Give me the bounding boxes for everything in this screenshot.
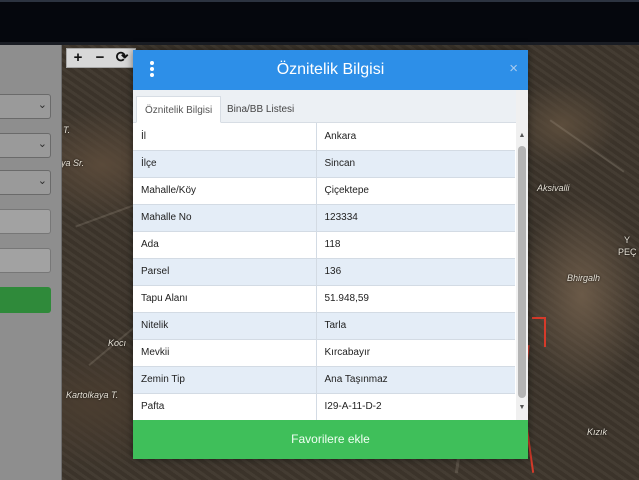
map-road [549,119,625,173]
attribute-value: I29-A-11-D-2 [316,393,515,420]
attribute-name: Pafta [133,393,317,420]
attribute-value: Çiçektepe [316,177,515,205]
scroll-down-icon[interactable]: ▼ [516,402,528,414]
attribute-name: Parsel [133,258,317,286]
table-row: Nitelik Tarla [133,312,515,340]
attribute-value: 51.948,59 [316,285,515,313]
map-label: Bhirgalh [567,273,601,283]
table-row: İlçe Sincan [133,150,515,178]
scroll-up-icon[interactable]: ▲ [516,130,528,142]
map-toolbar: + − ⟳ [66,48,136,68]
map-label: Y [624,235,631,245]
table-row: Ada 118 [133,231,515,259]
refresh-button[interactable]: ⟳ [111,49,133,67]
tab-building-list[interactable]: Bina/BB Listesi [219,96,302,123]
table-row: Parsel 136 [133,258,515,286]
attribute-name: İlçe [133,150,317,178]
district-select[interactable]: ⌄ [0,133,51,158]
left-panel: ⌄ ⌄ ⌄ [0,45,62,480]
dialog-title: Öznitelik Bilgisi [276,61,385,78]
chevron-down-icon: ⌄ [37,99,47,111]
table-row: Mahalle No 123334 [133,204,515,232]
attribute-value: 123334 [316,204,515,232]
attribute-value: 118 [316,231,515,259]
map-label: T. [63,125,71,135]
attribute-value: Ankara [316,123,515,151]
attribute-name: Zemin Tip [133,366,317,394]
block-input[interactable] [0,209,51,234]
table-row: Zemin Tip Ana Taşınmaz [133,366,515,394]
table-row: Pafta I29-A-11-D-2 [133,393,515,420]
table-row: Mevkii Kırcabayır [133,339,515,367]
map-label: Kartolkaya T. [66,390,119,400]
attribute-info-dialog: Öznitelik Bilgisi × Öznitelik Bilgisi Bi… [133,50,528,459]
attribute-name: Mahalle/Köy [133,177,317,205]
attribute-value: 136 [316,258,515,286]
table-row: Tapu Alanı 51.948,59 [133,285,515,313]
province-select[interactable]: ⌄ [0,94,51,119]
map-label: PEÇ [618,247,637,257]
kebab-menu-icon[interactable] [147,61,157,79]
scroll-thumb[interactable] [518,146,526,398]
map-label: Aksivalli [537,183,570,193]
add-to-favorites-button[interactable]: Favorilere ekle [133,420,528,459]
neighborhood-select[interactable]: ⌄ [0,170,51,195]
attribute-name: Ada [133,231,317,259]
attribute-name: Mevkii [133,339,317,367]
zoom-out-button[interactable]: − [89,49,111,67]
query-button[interactable] [0,287,51,313]
dialog-header: Öznitelik Bilgisi × [133,50,528,90]
attribute-table-container: İl Ankara İlçe Sincan Mahalle/Köy Çiçektepe Ma… [133,123,515,420]
top-bar [0,0,639,42]
attribute-value: Kırcabayır [316,339,515,367]
chevron-down-icon: ⌄ [37,138,47,150]
parcel-input[interactable] [0,248,51,273]
zoom-in-button[interactable]: + [67,49,89,67]
attribute-name: Nitelik [133,312,317,340]
attribute-name: İl [133,123,317,151]
attribute-value: Tarla [316,312,515,340]
dialog-tabs: Öznitelik Bilgisi Bina/BB Listesi [133,90,528,123]
vertical-scrollbar[interactable]: ▲ ▼ [516,90,528,420]
attribute-value: Sincan [316,150,515,178]
attribute-table: İl Ankara İlçe Sincan Mahalle/Köy Çiçektepe Ma… [133,123,515,420]
attribute-name: Tapu Alanı [133,285,317,313]
map-label: aya Sr. [62,158,85,168]
tab-attribute-info[interactable]: Öznitelik Bilgisi [136,96,222,123]
attribute-name: Mahalle No [133,204,317,232]
map-label: Kocı [108,338,127,348]
parcel-boundary-line [544,317,546,347]
map-label: Kızık [587,427,608,437]
attribute-value: Ana Taşınmaz [316,366,515,394]
close-icon[interactable]: × [509,60,518,78]
table-row: İl Ankara [133,123,515,151]
chevron-down-icon: ⌄ [37,175,47,187]
table-row: Mahalle/Köy Çiçektepe [133,177,515,205]
